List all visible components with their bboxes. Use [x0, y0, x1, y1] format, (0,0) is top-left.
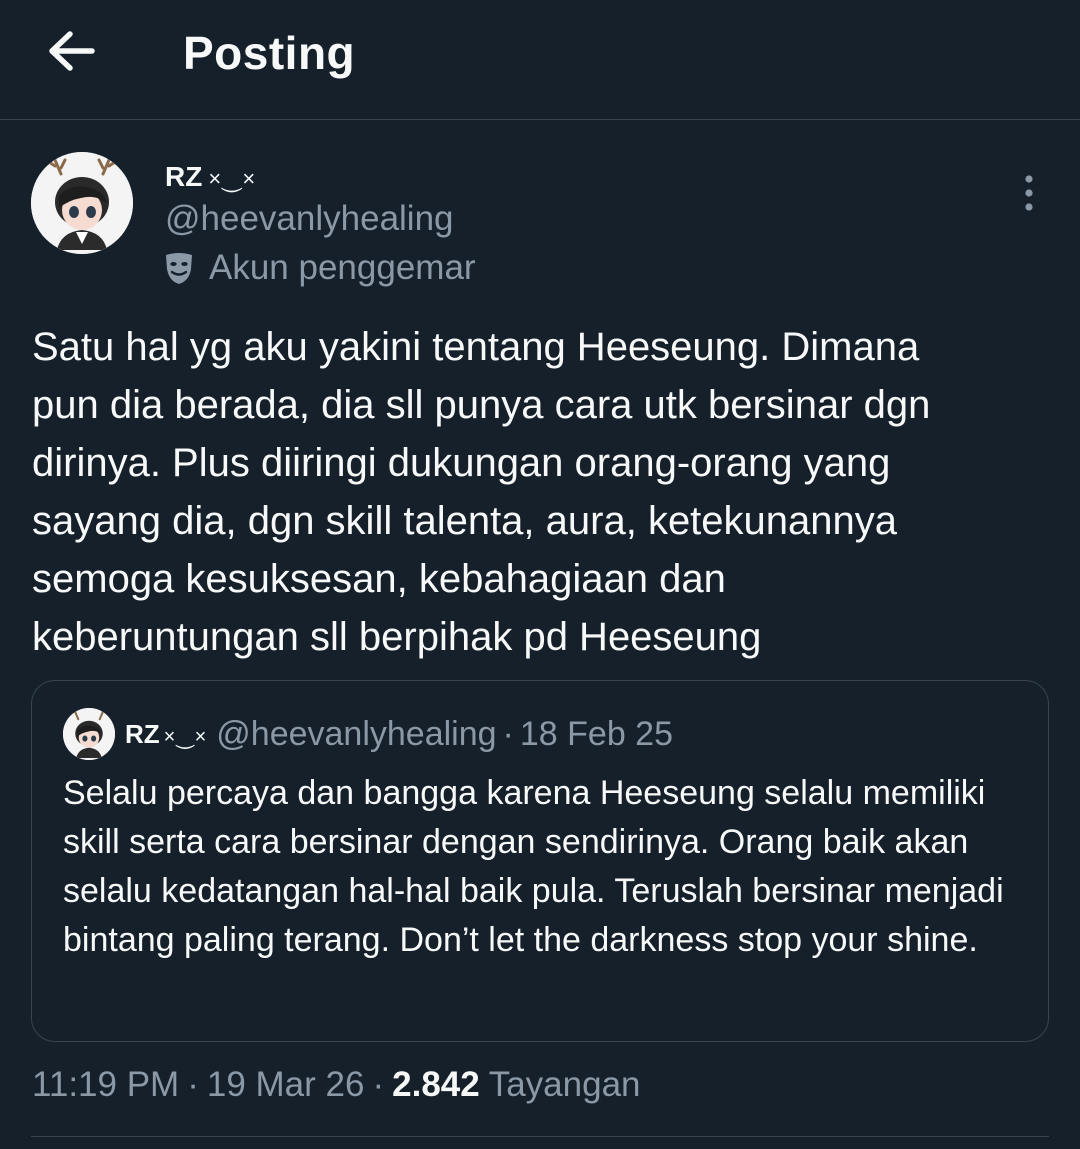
- fan-account-label: Akun penggemar: [163, 247, 476, 289]
- quoted-post-text: Selalu percaya dan bangga karena Heeseun…: [63, 774, 1004, 959]
- quoted-author-name-decoration: ×⏝×: [163, 725, 207, 748]
- quoted-author-name-text: RZ: [125, 718, 160, 749]
- quoted-author-name: RZ ×⏝×: [125, 719, 206, 750]
- page-title: Posting: [183, 27, 356, 79]
- meta-separator: ·: [187, 1065, 199, 1104]
- theater-mask-icon: [166, 253, 192, 284]
- fan-account-label-text: Akun penggemar: [209, 248, 476, 287]
- divider: [31, 1136, 1049, 1137]
- author-name-decoration: ×⏝×: [208, 166, 256, 191]
- quoted-post-header: RZ ×⏝× @heevanlyhealing · 18 Feb 25: [125, 711, 673, 757]
- views-count: 2.842: [392, 1065, 480, 1104]
- quoted-author-handle: @heevanlyhealing: [216, 714, 497, 753]
- post-date[interactable]: 19 Mar 26: [207, 1065, 365, 1105]
- author-handle[interactable]: @heevanlyhealing: [165, 198, 454, 240]
- quoted-post-date: 18 Feb 25: [519, 714, 673, 753]
- top-bar: Posting: [0, 0, 1080, 120]
- author-name-text: RZ: [165, 161, 203, 192]
- quoted-avatar-image: [63, 708, 115, 760]
- quoted-separator: ·: [502, 714, 514, 753]
- author-display-name[interactable]: RZ ×⏝×: [165, 160, 255, 196]
- avatar-image: [31, 152, 133, 254]
- arrow-left-icon: [49, 31, 95, 71]
- back-button[interactable]: [44, 26, 100, 76]
- meta-separator: ·: [372, 1065, 385, 1104]
- post-text: Satu hal yg aku yakini tentang Heeseung.…: [32, 325, 931, 659]
- quoted-post[interactable]: RZ ×⏝× @heevanlyhealing · 18 Feb 25 Selal…: [31, 680, 1049, 1042]
- views-label: Tayangan: [488, 1065, 641, 1104]
- more-vertical-icon: [1025, 175, 1033, 211]
- post-time[interactable]: 11:19 PM: [32, 1065, 179, 1105]
- author-avatar[interactable]: [31, 152, 133, 254]
- more-options-button[interactable]: [1010, 172, 1050, 216]
- quoted-author-avatar: [63, 708, 115, 760]
- post-metadata: 11:19 PM · 19 Mar 26 · 2.842 Tayangan: [32, 1062, 641, 1108]
